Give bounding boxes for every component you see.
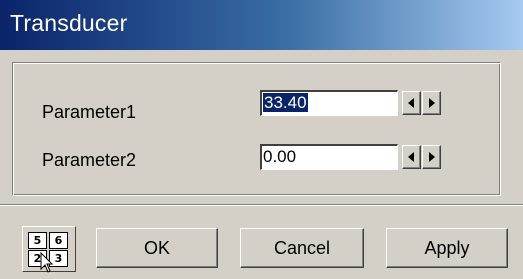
arrow-left-icon bbox=[408, 152, 414, 162]
window-title: Transducer bbox=[10, 10, 128, 36]
dialog-window: Transducer Parameter1 33.40 Parameter2 0… bbox=[0, 0, 523, 279]
parameter1-field[interactable]: 33.40 bbox=[260, 90, 398, 116]
parameter1-decrement-button[interactable] bbox=[402, 91, 421, 115]
parameter1-value: 33.40 bbox=[263, 93, 308, 112]
arrow-left-icon bbox=[408, 98, 414, 108]
parameter2-decrement-button[interactable] bbox=[402, 145, 421, 169]
apply-button[interactable]: Apply bbox=[386, 228, 508, 268]
parameters-panel bbox=[12, 62, 501, 196]
separator-highlight bbox=[0, 205, 523, 206]
keypad-key: 6 bbox=[49, 232, 68, 249]
parameter2-field[interactable]: 0.00 bbox=[260, 144, 398, 170]
arrow-right-icon bbox=[429, 152, 435, 162]
mouse-pointer-icon bbox=[40, 252, 54, 273]
parameter2-value: 0.00 bbox=[263, 147, 297, 166]
keypad-key: 5 bbox=[28, 232, 47, 249]
parameter2-increment-button[interactable] bbox=[422, 145, 441, 169]
parameter1-label: Parameter1 bbox=[42, 102, 137, 122]
ok-button[interactable]: OK bbox=[96, 228, 218, 268]
parameter2-label: Parameter2 bbox=[42, 150, 137, 170]
title-bar[interactable]: Transducer bbox=[0, 0, 523, 50]
parameter1-increment-button[interactable] bbox=[422, 91, 441, 115]
cancel-button[interactable]: Cancel bbox=[240, 228, 364, 268]
arrow-right-icon bbox=[429, 98, 435, 108]
